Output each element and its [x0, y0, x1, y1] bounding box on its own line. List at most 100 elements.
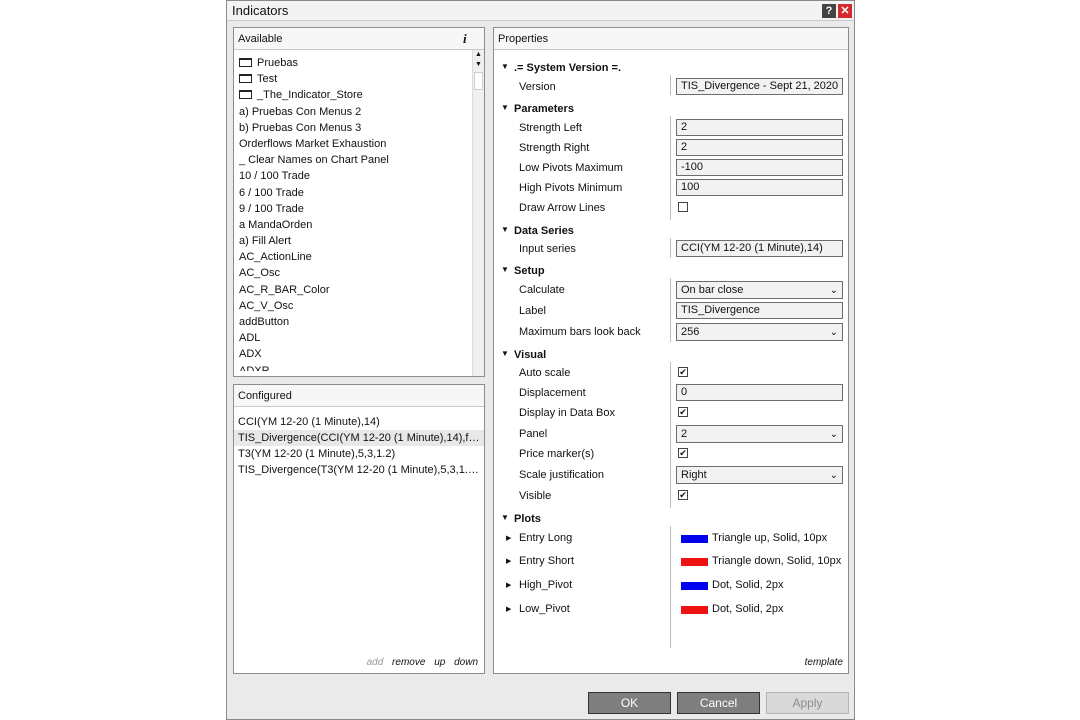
scroll-thumb[interactable]: [474, 72, 483, 90]
plot-value[interactable]: Triangle down, Solid, 10px: [712, 555, 841, 567]
list-item[interactable]: ADL: [234, 330, 472, 346]
panel-value: 2: [681, 428, 688, 440]
down-link[interactable]: down: [454, 657, 478, 668]
price-marker-checkbox[interactable]: ✔: [678, 448, 688, 458]
list-item[interactable]: _ Clear Names on Chart Panel: [234, 152, 472, 168]
list-item[interactable]: AC_V_Osc: [234, 298, 472, 314]
list-item[interactable]: AC_ActionLine: [234, 249, 472, 265]
window-title: Indicators: [232, 3, 289, 18]
strength-left-field[interactable]: 2: [676, 119, 843, 136]
version-field[interactable]: TIS_Divergence - Sept 21, 2020: [676, 78, 843, 95]
list-item[interactable]: addButton: [234, 314, 472, 330]
strength-left-label: Strength Left: [519, 122, 582, 134]
configured-item[interactable]: T3(YM 12-20 (1 Minute),5,3,1.2): [234, 446, 484, 462]
folder-icon: [239, 58, 252, 67]
high-pivots-field[interactable]: 100: [676, 179, 843, 196]
up-link[interactable]: up: [434, 657, 445, 668]
color-swatch[interactable]: [681, 606, 708, 614]
auto-scale-checkbox[interactable]: ✔: [678, 367, 688, 377]
available-header: Available i: [234, 28, 484, 50]
plot-value[interactable]: Dot, Solid, 2px: [712, 603, 784, 615]
list-item[interactable]: Pruebas: [234, 55, 472, 71]
displacement-label: Displacement: [519, 387, 586, 399]
list-item[interactable]: 9 / 100 Trade: [234, 201, 472, 217]
chevron-down-icon[interactable]: ⌄: [830, 325, 838, 341]
list-item[interactable]: 10 / 100 Trade: [234, 168, 472, 184]
configured-item[interactable]: CCI(YM 12-20 (1 Minute),14): [234, 414, 484, 430]
divider: [670, 75, 671, 95]
list-item[interactable]: ADX: [234, 346, 472, 362]
calculate-value: On bar close: [681, 284, 744, 296]
expand-triangle-icon[interactable]: ▼: [501, 62, 509, 71]
label-field[interactable]: TIS_Divergence: [676, 302, 843, 319]
expand-triangle-icon[interactable]: ▼: [501, 349, 509, 358]
color-swatch[interactable]: [681, 558, 708, 566]
ok-button[interactable]: OK: [588, 692, 671, 714]
configured-title: Configured: [238, 390, 292, 402]
help-button[interactable]: ?: [822, 4, 836, 18]
input-series-field[interactable]: CCI(YM 12-20 (1 Minute),14): [676, 240, 843, 257]
displacement-field[interactable]: 0: [676, 384, 843, 401]
cancel-button[interactable]: Cancel: [677, 692, 760, 714]
low-pivots-field[interactable]: -100: [676, 159, 843, 176]
max-bars-select[interactable]: 256 ⌄: [676, 323, 843, 341]
plot-value[interactable]: Triangle up, Solid, 10px: [712, 532, 827, 544]
scroll-up-icon[interactable]: ▲: [475, 51, 482, 58]
list-item[interactable]: AC_R_BAR_Color: [234, 282, 472, 298]
plot-value[interactable]: Dot, Solid, 2px: [712, 579, 784, 591]
scale-justification-select[interactable]: Right ⌄: [676, 466, 843, 484]
configured-list: CCI(YM 12-20 (1 Minute),14) TIS_Divergenc…: [234, 414, 484, 478]
category-label: Data Series: [514, 225, 574, 237]
list-item[interactable]: 6 / 100 Trade: [234, 185, 472, 201]
list-item[interactable]: _The_Indicator_Store: [234, 87, 472, 103]
scale-justification-value: Right: [681, 469, 707, 481]
visible-checkbox[interactable]: ✔: [678, 490, 688, 500]
list-item[interactable]: a) Fill Alert: [234, 233, 472, 249]
expand-triangle-icon[interactable]: ▼: [501, 513, 509, 522]
strength-right-field[interactable]: 2: [676, 139, 843, 156]
remove-link[interactable]: remove: [392, 657, 425, 668]
list-item-label: a) Pruebas Con Menus 2: [239, 105, 362, 118]
list-item[interactable]: Orderflows Market Exhaustion: [234, 136, 472, 152]
chevron-down-icon[interactable]: ⌄: [830, 283, 838, 299]
configured-item[interactable]: TIS_Divergence(T3(YM 12-20 (1 Minute),5,…: [234, 462, 484, 478]
list-item-label: b) Pruebas Con Menus 3: [239, 121, 362, 134]
expand-triangle-icon[interactable]: ▼: [501, 265, 509, 274]
apply-button[interactable]: Apply: [766, 692, 849, 714]
list-item[interactable]: a) Pruebas Con Menus 2: [234, 104, 472, 120]
list-item[interactable]: ADXR: [234, 363, 472, 371]
expand-triangle-icon[interactable]: ▼: [501, 225, 509, 234]
available-scrollbar[interactable]: ▲ ▼: [472, 50, 484, 376]
list-item-label: _The_Indicator_Store: [257, 89, 363, 102]
calculate-select[interactable]: On bar close ⌄: [676, 281, 843, 299]
list-item-label: Pruebas: [257, 57, 298, 69]
expand-triangle-icon[interactable]: ▼: [501, 103, 509, 112]
info-icon[interactable]: i: [463, 31, 467, 47]
draw-arrow-checkbox[interactable]: [678, 202, 688, 212]
close-button[interactable]: ✕: [838, 4, 852, 18]
list-item[interactable]: a MandaOrden: [234, 217, 472, 233]
expand-arrow-icon[interactable]: ▶: [506, 557, 511, 565]
color-swatch[interactable]: [681, 535, 708, 543]
properties-title: Properties: [498, 33, 549, 45]
divider: [670, 238, 671, 258]
add-link[interactable]: add: [367, 657, 384, 668]
chevron-down-icon[interactable]: ⌄: [830, 468, 838, 484]
color-swatch[interactable]: [681, 582, 708, 590]
template-link[interactable]: template: [805, 657, 843, 668]
configured-item[interactable]: TIS_Divergence(CCI(YM 12-20 (1 Minute),1…: [234, 430, 484, 446]
expand-arrow-icon[interactable]: ▶: [506, 581, 511, 589]
list-item-label: Orderflows Market Exhaustion: [239, 137, 387, 150]
calculate-label: Calculate: [519, 284, 565, 296]
expand-arrow-icon[interactable]: ▶: [506, 534, 511, 542]
data-box-checkbox[interactable]: ✔: [678, 407, 688, 417]
draw-arrow-label: Draw Arrow Lines: [519, 202, 606, 214]
list-item[interactable]: Test: [234, 71, 472, 87]
expand-arrow-icon[interactable]: ▶: [506, 605, 511, 613]
scroll-down-icon[interactable]: ▼: [475, 61, 482, 68]
chevron-down-icon[interactable]: ⌄: [830, 427, 838, 443]
list-item[interactable]: AC_Osc: [234, 265, 472, 281]
list-item-label: Test: [257, 73, 278, 86]
panel-select[interactable]: 2 ⌄: [676, 425, 843, 443]
list-item[interactable]: b) Pruebas Con Menus 3: [234, 120, 472, 136]
